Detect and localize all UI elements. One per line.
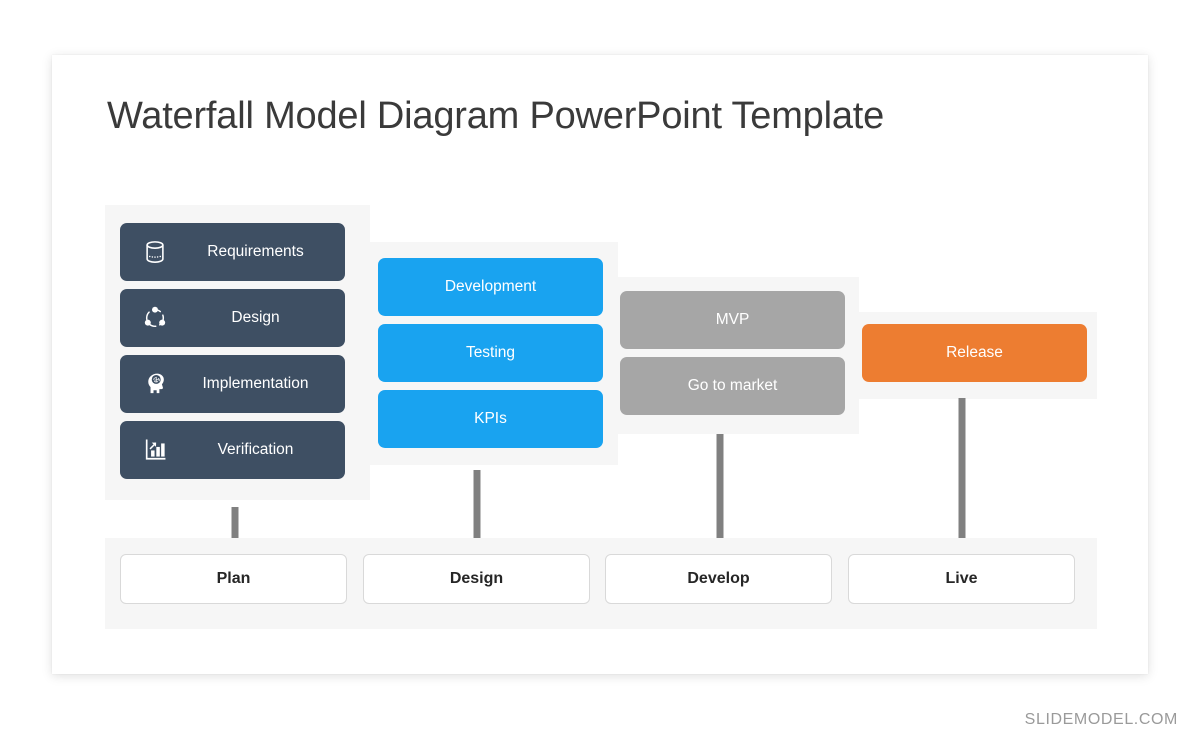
card-label: Release xyxy=(946,344,1003,361)
card-label: Verification xyxy=(217,441,294,458)
card-label: Testing xyxy=(465,344,516,361)
outcome-box-design[interactable]: Design xyxy=(363,554,590,604)
slidemodel-watermark: SLIDEMODEL.COM xyxy=(1024,711,1178,728)
database-icon xyxy=(138,235,172,269)
card-development[interactable]: Development xyxy=(378,258,603,316)
card-label: Go to market xyxy=(687,377,778,394)
card-design[interactable]: Design xyxy=(120,289,345,347)
card-label: Development xyxy=(444,278,537,295)
outcome-label: Develop xyxy=(687,570,750,587)
card-label: Design xyxy=(231,309,280,326)
outcome-label: Design xyxy=(449,570,504,587)
card-release[interactable]: Release xyxy=(862,324,1087,382)
outcome-box-develop[interactable]: Develop xyxy=(605,554,832,604)
waterfall-model-diagram: Requirements Design Implementation Verif… xyxy=(52,55,1148,674)
outcome-box-live[interactable]: Live xyxy=(848,554,1075,604)
card-implementation[interactable]: Implementation xyxy=(120,355,345,413)
card-go-to-market[interactable]: Go to market xyxy=(620,357,845,415)
card-label: Implementation xyxy=(202,375,309,392)
card-kpis[interactable]: KPIs xyxy=(378,390,603,448)
outcome-box-plan[interactable]: Plan xyxy=(120,554,347,604)
card-mvp[interactable]: MVP xyxy=(620,291,845,349)
outcome-label: Plan xyxy=(216,570,251,587)
outcome-label: Live xyxy=(945,570,978,587)
card-verification[interactable]: Verification xyxy=(120,421,345,479)
card-label: KPIs xyxy=(474,410,507,427)
card-requirements[interactable]: Requirements xyxy=(120,223,345,281)
share-network-icon xyxy=(138,301,172,335)
card-testing[interactable]: Testing xyxy=(378,324,603,382)
slide-card: Waterfall Model Diagram PowerPoint Templ… xyxy=(52,55,1148,674)
brain-head-icon xyxy=(138,367,172,401)
card-label: Requirements xyxy=(207,243,304,260)
card-label: MVP xyxy=(715,311,750,328)
bar-chart-growth-icon xyxy=(138,433,172,467)
screenshot-canvas: Waterfall Model Diagram PowerPoint Templ… xyxy=(0,0,1200,743)
